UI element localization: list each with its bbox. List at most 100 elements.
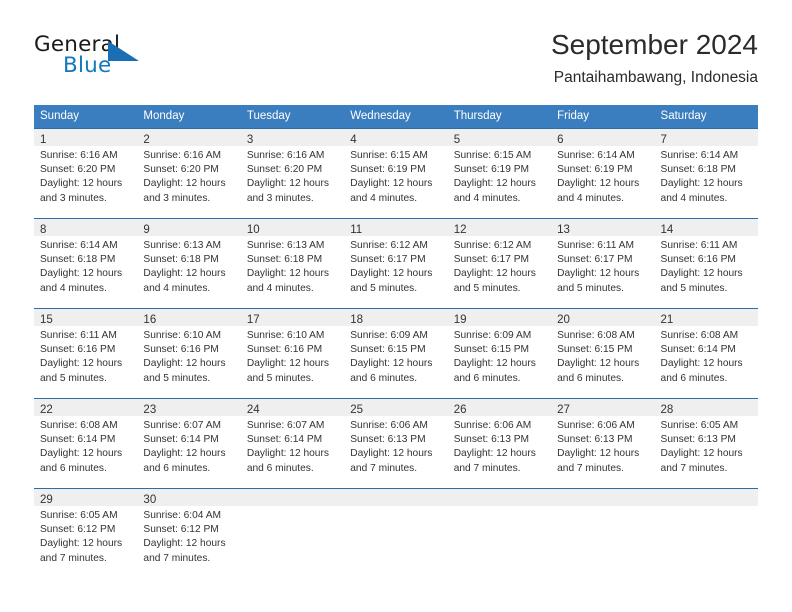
day-number-band: 11: [344, 219, 448, 236]
day-number-band: 18: [344, 309, 448, 326]
weekday-header-row: Sunday Monday Tuesday Wednesday Thursday…: [34, 105, 758, 128]
sunrise-text: Sunrise: 6:09 AM: [350, 330, 428, 341]
day-number-band: 4: [344, 129, 448, 146]
day-number: 20: [557, 314, 570, 326]
sunset-text: Sunset: 6:12 PM: [40, 524, 116, 536]
daylight-text-line2: and 6 minutes.: [246, 462, 314, 474]
sunset-text: Sunset: 6:13 PM: [660, 434, 736, 446]
day-cell[interactable]: 22 Sunrise: 6:08 AM Sunset: 6:14 PM Dayl…: [34, 399, 138, 488]
day-cell[interactable]: 10 Sunrise: 6:13 AM Sunset: 6:18 PM Dayl…: [240, 219, 345, 308]
daylight-text-line1: Daylight: 12 hours: [246, 268, 329, 280]
day-number: 13: [557, 224, 570, 236]
day-cell[interactable]: 20 Sunrise: 6:08 AM Sunset: 6:15 PM Dayl…: [551, 309, 655, 398]
day-cell[interactable]: 17 Sunrise: 6:10 AM Sunset: 6:16 PM Dayl…: [240, 309, 345, 398]
day-cell[interactable]: 28 Sunrise: 6:05 AM Sunset: 6:13 PM Dayl…: [654, 399, 758, 488]
weekday-tuesday: Tuesday: [246, 110, 291, 122]
daylight-text-line1: Daylight: 12 hours: [40, 358, 123, 370]
daylight-text-line1: Daylight: 12 hours: [350, 448, 433, 460]
daylight-text-line1: Daylight: 12 hours: [40, 178, 123, 190]
day-number-band: 15: [34, 309, 138, 326]
daylight-text-line2: and 7 minutes.: [40, 552, 107, 564]
day-number: 29: [40, 494, 53, 506]
day-cell[interactable]: 23 Sunrise: 6:07 AM Sunset: 6:14 PM Dayl…: [137, 399, 241, 488]
day-cell[interactable]: 4 Sunrise: 6:15 AM Sunset: 6:19 PM Dayli…: [344, 129, 448, 218]
daylight-text-line2: and 6 minutes.: [557, 372, 624, 384]
brand-logo[interactable]: General Blue: [34, 32, 234, 88]
sunrise-text: Sunrise: 6:05 AM: [660, 420, 739, 431]
daylight-text-line2: and 7 minutes.: [143, 552, 211, 564]
day-cell[interactable]: 6 Sunrise: 6:14 AM Sunset: 6:19 PM Dayli…: [551, 129, 655, 218]
day-details: Sunrise: 6:06 AM Sunset: 6:13 PM Dayligh…: [551, 416, 654, 476]
daylight-text-line2: and 4 minutes.: [350, 192, 418, 204]
day-number-band: 5: [447, 129, 552, 146]
day-number-band: 17: [240, 309, 345, 326]
day-cell[interactable]: 16 Sunrise: 6:10 AM Sunset: 6:16 PM Dayl…: [137, 309, 241, 398]
daylight-text-line2: and 7 minutes.: [557, 462, 624, 474]
page-header: General Blue September 2024 Pantaihambaw…: [34, 28, 758, 98]
day-cell[interactable]: 24 Sunrise: 6:07 AM Sunset: 6:14 PM Dayl…: [240, 399, 345, 488]
sunset-text: Sunset: 6:12 PM: [143, 524, 219, 536]
sunrise-text: Sunrise: 6:12 AM: [350, 240, 428, 251]
calendar-grid: Sunday Monday Tuesday Wednesday Thursday…: [34, 105, 758, 581]
day-cell[interactable]: 19 Sunrise: 6:09 AM Sunset: 6:15 PM Dayl…: [447, 309, 552, 398]
day-cell[interactable]: 30 Sunrise: 6:04 AM Sunset: 6:12 PM Dayl…: [137, 489, 241, 581]
day-cell[interactable]: 14 Sunrise: 6:11 AM Sunset: 6:16 PM Dayl…: [654, 219, 758, 308]
daylight-text-line2: and 3 minutes.: [143, 192, 211, 204]
day-cell[interactable]: 25 Sunrise: 6:06 AM Sunset: 6:13 PM Dayl…: [344, 399, 448, 488]
day-details: Sunrise: 6:07 AM Sunset: 6:14 PM Dayligh…: [241, 416, 344, 476]
sunrise-text: Sunrise: 6:05 AM: [40, 510, 118, 521]
day-number: 22: [40, 404, 53, 416]
sunrise-text: Sunrise: 6:16 AM: [40, 150, 118, 161]
daylight-text-line1: Daylight: 12 hours: [40, 538, 123, 550]
day-cell[interactable]: 3 Sunrise: 6:16 AM Sunset: 6:20 PM Dayli…: [240, 129, 345, 218]
day-cell[interactable]: 18 Sunrise: 6:09 AM Sunset: 6:15 PM Dayl…: [344, 309, 448, 398]
day-number-band: 13: [551, 219, 655, 236]
day-cell-empty: [344, 489, 448, 581]
day-cell[interactable]: 29 Sunrise: 6:05 AM Sunset: 6:12 PM Dayl…: [34, 489, 138, 581]
day-number-band: 24: [240, 399, 345, 416]
sunrise-text: Sunrise: 6:08 AM: [40, 420, 118, 431]
day-cell[interactable]: 1 Sunrise: 6:16 AM Sunset: 6:20 PM Dayli…: [34, 129, 138, 218]
daylight-text-line1: Daylight: 12 hours: [453, 448, 536, 460]
daylight-text-line2: and 4 minutes.: [660, 192, 728, 204]
sunset-text: Sunset: 6:15 PM: [557, 344, 633, 356]
daylight-text-line1: Daylight: 12 hours: [246, 448, 329, 460]
day-number-band: 19: [447, 309, 552, 326]
day-details: Sunrise: 6:15 AM Sunset: 6:19 PM Dayligh…: [344, 146, 447, 206]
day-cell[interactable]: 12 Sunrise: 6:12 AM Sunset: 6:17 PM Dayl…: [447, 219, 552, 308]
week-row: 1 Sunrise: 6:16 AM Sunset: 6:20 PM Dayli…: [34, 128, 758, 218]
daylight-text-line2: and 6 minutes.: [453, 372, 521, 384]
day-number: 19: [453, 314, 467, 326]
sunset-text: Sunset: 6:19 PM: [557, 164, 633, 176]
day-cell[interactable]: 2 Sunrise: 6:16 AM Sunset: 6:20 PM Dayli…: [137, 129, 241, 218]
day-cell[interactable]: 8 Sunrise: 6:14 AM Sunset: 6:18 PM Dayli…: [34, 219, 138, 308]
day-cell[interactable]: 26 Sunrise: 6:06 AM Sunset: 6:13 PM Dayl…: [447, 399, 552, 488]
sunset-text: Sunset: 6:17 PM: [557, 254, 633, 266]
day-details: Sunrise: 6:12 AM Sunset: 6:17 PM Dayligh…: [448, 236, 551, 296]
day-cell[interactable]: 5 Sunrise: 6:15 AM Sunset: 6:19 PM Dayli…: [447, 129, 552, 218]
daylight-text-line2: and 5 minutes.: [557, 282, 624, 294]
sunrise-text: Sunrise: 6:06 AM: [350, 420, 428, 431]
day-details: Sunrise: 6:11 AM Sunset: 6:17 PM Dayligh…: [551, 236, 654, 296]
day-cell[interactable]: 21 Sunrise: 6:08 AM Sunset: 6:14 PM Dayl…: [654, 309, 758, 398]
day-cell-empty: [240, 489, 345, 581]
day-cell-empty: [551, 489, 655, 581]
daylight-text-line1: Daylight: 12 hours: [143, 448, 226, 460]
page-title: September 2024: [550, 29, 758, 60]
day-cell[interactable]: 11 Sunrise: 6:12 AM Sunset: 6:17 PM Dayl…: [344, 219, 448, 308]
day-cell[interactable]: 15 Sunrise: 6:11 AM Sunset: 6:16 PM Dayl…: [34, 309, 138, 398]
day-details: Sunrise: 6:14 AM Sunset: 6:18 PM Dayligh…: [655, 146, 758, 206]
day-cell[interactable]: 27 Sunrise: 6:06 AM Sunset: 6:13 PM Dayl…: [551, 399, 655, 488]
day-cell[interactable]: 9 Sunrise: 6:13 AM Sunset: 6:18 PM Dayli…: [137, 219, 241, 308]
day-cell[interactable]: 13 Sunrise: 6:11 AM Sunset: 6:17 PM Dayl…: [551, 219, 655, 308]
day-cell[interactable]: 7 Sunrise: 6:14 AM Sunset: 6:18 PM Dayli…: [654, 129, 758, 218]
sunrise-text: Sunrise: 6:11 AM: [660, 240, 738, 251]
day-details: Sunrise: 6:11 AM Sunset: 6:16 PM Dayligh…: [34, 326, 137, 386]
daylight-text-line1: Daylight: 12 hours: [453, 268, 536, 280]
day-details: Sunrise: 6:06 AM Sunset: 6:13 PM Dayligh…: [448, 416, 551, 476]
sunrise-text: Sunrise: 6:13 AM: [246, 240, 325, 251]
sunrise-text: Sunrise: 6:09 AM: [453, 330, 532, 341]
sunset-text: Sunset: 6:14 PM: [40, 434, 116, 446]
day-number: 11: [350, 224, 363, 236]
day-number-band: 7: [654, 129, 758, 146]
